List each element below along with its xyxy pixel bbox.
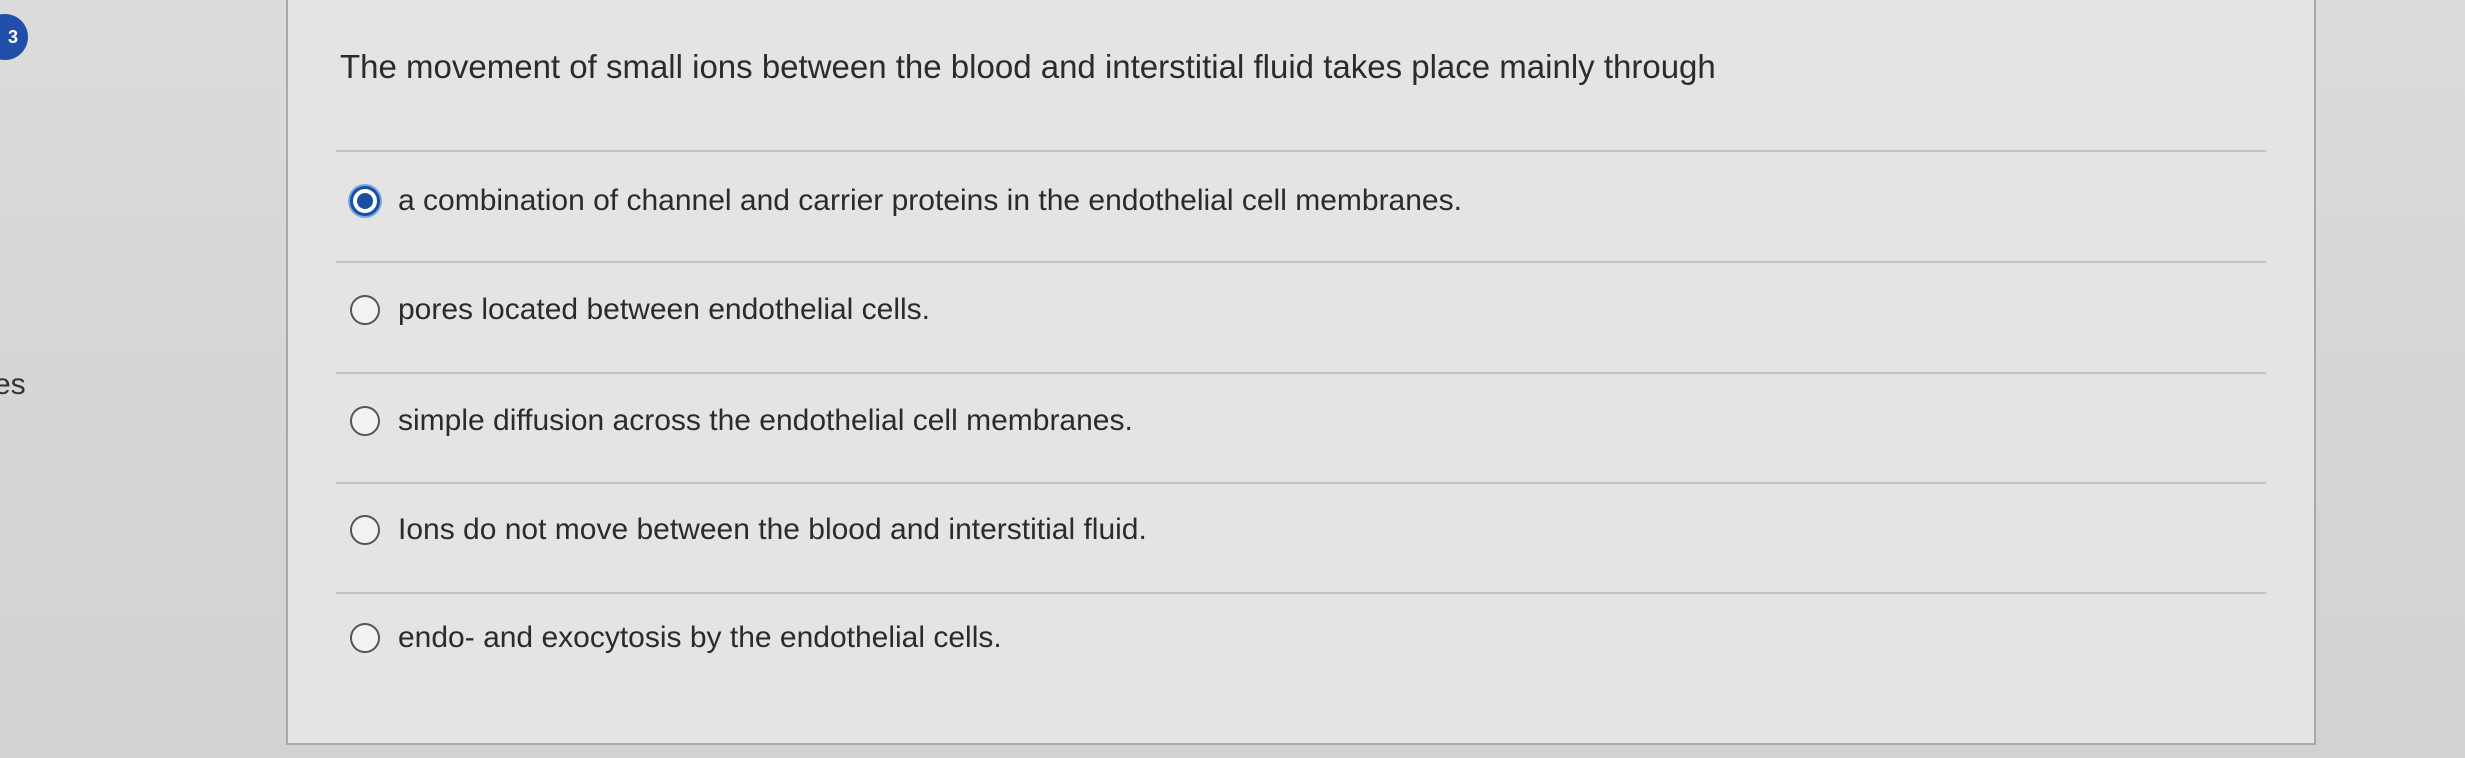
question-text: The movement of small ions between the b… — [340, 48, 1716, 85]
answer-option-label: a combination of channel and carrier pro… — [398, 184, 1462, 217]
divider — [336, 372, 2266, 374]
answer-option-label: endo- and exocytosis by the endothelial … — [398, 621, 1002, 654]
answer-option-4[interactable]: Ions do not move between the blood and i… — [350, 513, 1147, 547]
answer-option-5[interactable]: endo- and exocytosis by the endothelial … — [350, 621, 1002, 655]
radio-unselected-icon[interactable] — [350, 406, 380, 436]
divider — [336, 150, 2266, 152]
divider — [336, 592, 2266, 594]
radio-unselected-icon[interactable] — [350, 295, 380, 325]
answer-option-label: simple diffusion across the endothelial … — [398, 404, 1133, 437]
answer-option-label: Ions do not move between the blood and i… — [398, 513, 1147, 546]
divider — [336, 482, 2266, 484]
question-panel: The movement of small ions between the b… — [286, 0, 2316, 745]
radio-unselected-icon[interactable] — [350, 623, 380, 653]
sidebar-edge-text: es — [0, 368, 26, 401]
answer-option-1[interactable]: a combination of channel and carrier pro… — [350, 184, 1462, 218]
divider — [336, 261, 2266, 263]
answer-option-label: pores located between endothelial cells. — [398, 293, 931, 326]
answer-option-3[interactable]: simple diffusion across the endothelial … — [350, 404, 1133, 438]
answer-option-2[interactable]: pores located between endothelial cells. — [350, 293, 930, 327]
question-number-badge: 3 — [0, 14, 28, 60]
radio-selected-icon[interactable] — [350, 186, 380, 216]
radio-unselected-icon[interactable] — [350, 515, 380, 545]
